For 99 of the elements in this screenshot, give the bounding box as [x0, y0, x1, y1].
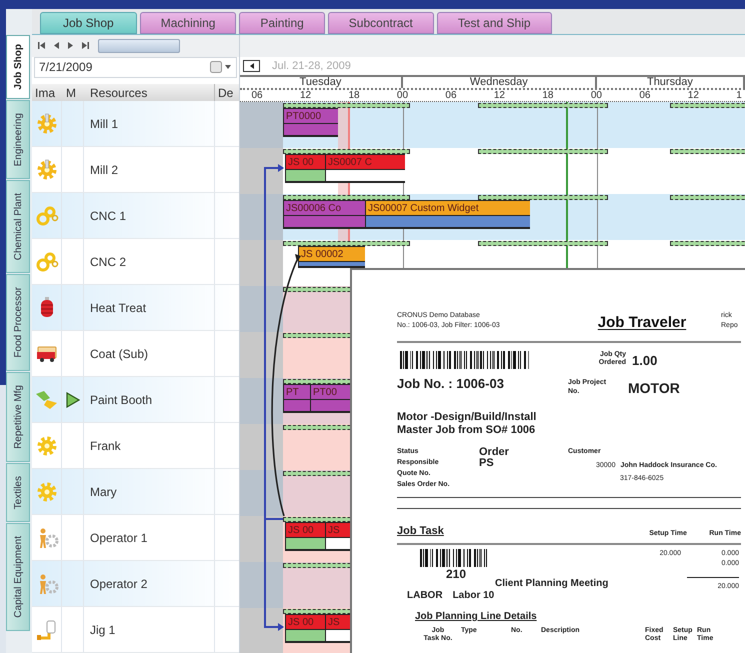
- resource-row[interactable]: Operator 2: [32, 561, 239, 607]
- resource-name[interactable]: Frank: [84, 436, 214, 454]
- last-page-icon[interactable]: [82, 42, 89, 50]
- resource-name[interactable]: Mill 1: [84, 114, 214, 132]
- resource-type: LABOR: [407, 589, 443, 603]
- clamp-icon: [34, 618, 58, 642]
- tab[interactable]: Job Shop: [40, 12, 137, 34]
- job-description: Motor -Design/Build/Install Master Job from SO# 1006: [397, 411, 538, 437]
- side-tab[interactable]: Food Processor: [6, 274, 30, 371]
- section-title: Job Task: [397, 524, 445, 539]
- past-time-area: [240, 470, 283, 516]
- resource-row[interactable]: Jig 1: [32, 607, 239, 653]
- past-time-area: [240, 378, 283, 424]
- resource-row[interactable]: Mary: [32, 469, 239, 515]
- resource-name[interactable]: Mill 2: [84, 160, 214, 178]
- gear-icon: [34, 480, 58, 504]
- side-tab[interactable]: Job Shop: [6, 35, 30, 99]
- task-description: Client Planning Meeting: [495, 577, 608, 591]
- resource-label: Labor 10: [452, 589, 494, 603]
- previous-icon[interactable]: [54, 42, 59, 50]
- gear-icon: [34, 434, 58, 458]
- resource-name[interactable]: Jig 1: [84, 620, 214, 638]
- resource-name[interactable]: Operator 2: [84, 574, 214, 592]
- side-tab[interactable]: Engineering: [6, 100, 30, 179]
- past-time-area: [240, 148, 283, 194]
- date-field[interactable]: 7/21/2009: [34, 56, 237, 78]
- past-time-area: [240, 194, 283, 240]
- project-value: MOTOR: [628, 379, 680, 398]
- hour-label: 12: [300, 90, 312, 101]
- past-time-area: [240, 424, 283, 470]
- past-time-area: [240, 332, 283, 378]
- hour-label: 00: [590, 90, 602, 101]
- tab[interactable]: Painting: [239, 12, 325, 34]
- task-bar[interactable]: [283, 399, 310, 413]
- column-header[interactable]: Resources: [84, 84, 214, 102]
- resource-name[interactable]: Paint Booth: [84, 390, 214, 408]
- task-label[interactable]: JS 00002: [298, 246, 365, 261]
- gear-icon: [34, 112, 58, 136]
- resource-name[interactable]: Coat (Sub): [84, 344, 214, 362]
- hour-label: 06: [445, 90, 457, 101]
- past-time-area: [240, 516, 283, 562]
- task-bar[interactable]: [365, 215, 530, 229]
- resource-row[interactable]: Operator 1: [32, 515, 239, 561]
- tab[interactable]: Machining: [140, 12, 236, 34]
- tab[interactable]: Test and Ship: [436, 12, 552, 34]
- gears-icon: [34, 250, 58, 274]
- field-value: Order: [479, 447, 509, 458]
- hour-label: 06: [639, 90, 650, 101]
- hour-label: 1: [736, 90, 742, 101]
- past-time-area: [240, 102, 283, 148]
- qty-value: 1.00: [632, 352, 658, 370]
- column-header[interactable]: Ima: [32, 84, 62, 102]
- resource-row[interactable]: Coat (Sub): [32, 331, 239, 377]
- task-bar[interactable]: [283, 215, 365, 229]
- task-label[interactable]: JS00007 Custom Widget: [365, 200, 530, 215]
- side-tab[interactable]: Repetitive Mfg: [6, 372, 30, 462]
- hour-label: 12: [688, 90, 699, 101]
- details-title: Job Planning Line Details: [414, 610, 538, 624]
- gears-icon: [34, 204, 58, 228]
- hour-label: 12: [494, 90, 505, 101]
- hour-label: 18: [348, 90, 360, 101]
- calendar-dropdown-icon[interactable]: [210, 61, 232, 74]
- past-time-area: [240, 286, 283, 332]
- task-number: 210: [446, 566, 466, 580]
- resource-row[interactable]: Mill 2: [32, 147, 239, 193]
- side-tab[interactable]: Capital Equipment: [6, 523, 30, 631]
- resource-row[interactable]: CNC 2: [32, 239, 239, 285]
- resource-row[interactable]: Heat Treat: [32, 285, 239, 331]
- left-arrow-icon: [250, 63, 254, 69]
- resource-row[interactable]: Paint Booth: [32, 377, 239, 423]
- resource-row[interactable]: Frank: [32, 423, 239, 469]
- past-time-area: [240, 240, 283, 286]
- resource-name[interactable]: CNC 1: [84, 206, 214, 224]
- task-bar[interactable]: [298, 261, 365, 268]
- tab[interactable]: Subcontract: [328, 12, 434, 34]
- gear-icon: [34, 158, 58, 182]
- next-icon[interactable]: [68, 42, 73, 50]
- resource-row[interactable]: CNC 1: [32, 193, 239, 239]
- hour-label: 18: [542, 90, 554, 101]
- first-page-icon[interactable]: [38, 42, 45, 50]
- resource-name[interactable]: CNC 2: [84, 252, 214, 270]
- field-value: PS: [479, 458, 494, 469]
- resource-name[interactable]: Operator 1: [84, 528, 214, 546]
- scroll-thumb[interactable]: [98, 38, 180, 53]
- report-title: Job Traveler: [598, 313, 686, 333]
- column-header[interactable]: M: [62, 84, 84, 102]
- resource-row[interactable]: Mill 1: [32, 101, 239, 147]
- hour-label: 00: [396, 90, 408, 101]
- side-tab[interactable]: Chemical Plant: [6, 180, 30, 274]
- task-bar[interactable]: [310, 399, 350, 413]
- date-range: Jul. 21-28, 2009: [272, 58, 351, 74]
- scroll-left-button[interactable]: [243, 60, 260, 72]
- hour-label: 06: [251, 90, 263, 101]
- past-time-area: [240, 608, 283, 653]
- past-time-area: [240, 562, 283, 608]
- side-tab[interactable]: Textiles: [6, 462, 30, 522]
- task-bar[interactable]: [283, 123, 338, 137]
- resource-name[interactable]: Heat Treat: [84, 298, 214, 316]
- resource-name[interactable]: Mary: [84, 482, 214, 500]
